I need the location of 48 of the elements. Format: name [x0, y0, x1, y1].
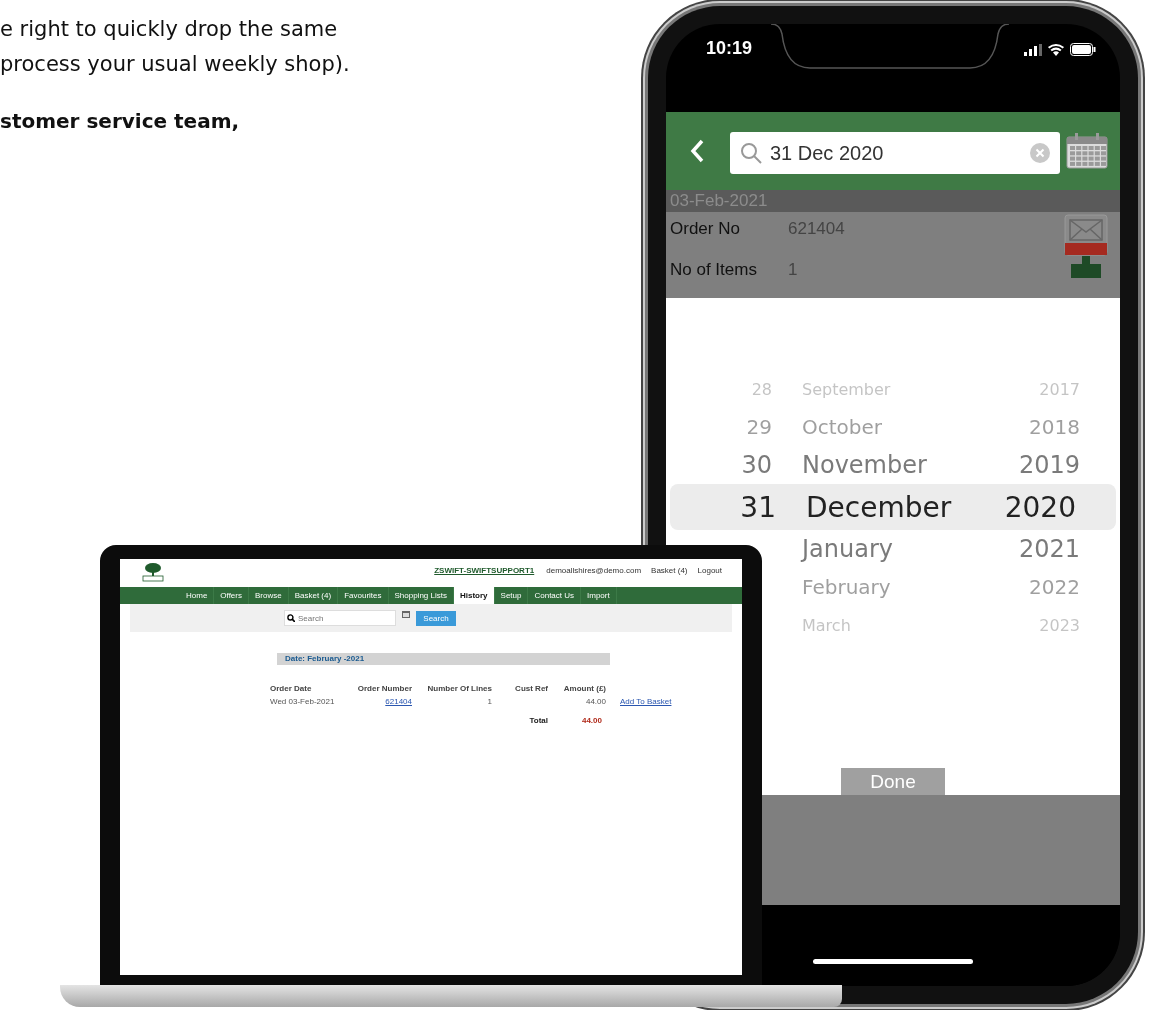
search-icon	[740, 142, 762, 164]
picker-day[interactable]: 30	[741, 451, 772, 479]
search-value: 31 Dec 2020	[770, 141, 885, 165]
total-label: Total	[528, 716, 548, 725]
signal-icon	[1024, 44, 1042, 56]
search-field[interactable]: 31 Dec 2020	[730, 132, 1060, 174]
basket-link[interactable]: Basket (4)	[651, 565, 688, 575]
tree-logo-icon	[140, 562, 166, 584]
order-link[interactable]: 621404	[385, 697, 412, 706]
logout-link[interactable]: Logout	[697, 565, 722, 575]
search-field[interactable]: Search	[284, 610, 396, 626]
notch-outline-icon	[770, 24, 1010, 70]
pdf-envelope-icon[interactable]	[1064, 214, 1108, 256]
add-to-basket-link[interactable]: Add To Basket	[620, 697, 672, 706]
wifi-icon	[1048, 44, 1064, 56]
column-header: Amount (£)	[562, 684, 606, 693]
body-text: stomer service team,	[0, 108, 241, 135]
field-label: Order No	[670, 218, 741, 240]
column-header: Number Of Lines	[426, 684, 492, 693]
body-text: e right to quickly drop the same	[0, 16, 339, 43]
order-number: 621404	[788, 218, 845, 240]
picker-month[interactable]: November	[802, 451, 972, 479]
calendar-icon[interactable]	[1066, 133, 1108, 169]
table-cell-text: 44.00	[584, 697, 606, 706]
table-cell-text: Wed 03-Feb-2021	[270, 697, 336, 706]
column-header: Order Date	[270, 684, 313, 693]
calendar-icon[interactable]	[402, 610, 410, 618]
back-icon[interactable]	[690, 139, 704, 163]
picker-year[interactable]: 2020	[976, 490, 1116, 524]
picker-day[interactable]: 31	[740, 490, 776, 524]
picker-year[interactable]: 2021	[972, 535, 1120, 563]
user-email: demoallshires@demo.com	[546, 565, 642, 575]
column-header: Cust Ref	[514, 684, 548, 693]
plus-icon[interactable]	[1071, 256, 1101, 278]
item-count: 1	[788, 259, 799, 281]
account-link[interactable]: ZSWIFT-SWIFTSUPPORT1	[434, 565, 535, 575]
status-time: 10:19	[706, 38, 753, 59]
nav-tab[interactable]: History	[454, 587, 495, 604]
battery-icon	[1070, 43, 1096, 56]
picker-month[interactable]: January	[802, 535, 972, 563]
table-cell-text: 1	[486, 697, 492, 706]
column-header: Order Number	[356, 684, 412, 693]
picker-year[interactable]: 2019	[972, 451, 1120, 479]
total-value: 44.00	[580, 716, 603, 725]
field-label: No of Items	[670, 259, 758, 281]
body-text: process your usual weekly shop).	[0, 51, 350, 78]
date-heading: Date: February -2021	[277, 653, 610, 665]
picker-month[interactable]: December	[806, 490, 976, 524]
